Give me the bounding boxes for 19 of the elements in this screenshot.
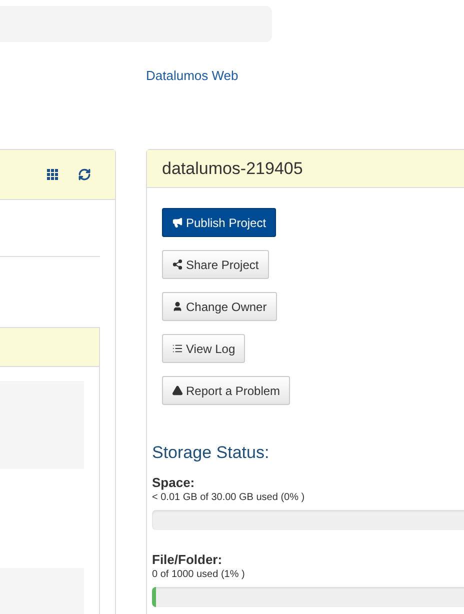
web-link[interactable]: Datalumos Web [146, 68, 238, 83]
list-icon [172, 343, 183, 354]
megaphone-icon [172, 217, 183, 228]
warning-icon [172, 385, 183, 396]
person-icon [172, 301, 183, 312]
action-button[interactable]: Change Owner [162, 292, 277, 321]
storage-label: Space: [152, 474, 196, 490]
grid-icon[interactable] [47, 169, 58, 180]
storage-reading: < 0.01 GB of 30.00 GB used (0% ) [152, 490, 306, 504]
storage-reading: 0 of 1000 used (1% ) [152, 568, 246, 580]
refresh-icon[interactable] [78, 168, 91, 181]
action-button[interactable]: Share Project [162, 250, 269, 279]
storage-label: File/Folder: [152, 552, 224, 568]
action-button[interactable]: View Log [162, 334, 246, 363]
action-button[interactable]: Report a Problem [162, 376, 290, 405]
project-title: datalumos-219405 [162, 158, 303, 180]
storage-heading: Storage Status: [152, 442, 270, 464]
share-icon [172, 259, 183, 270]
action-button[interactable]: Publish Project [162, 208, 276, 237]
